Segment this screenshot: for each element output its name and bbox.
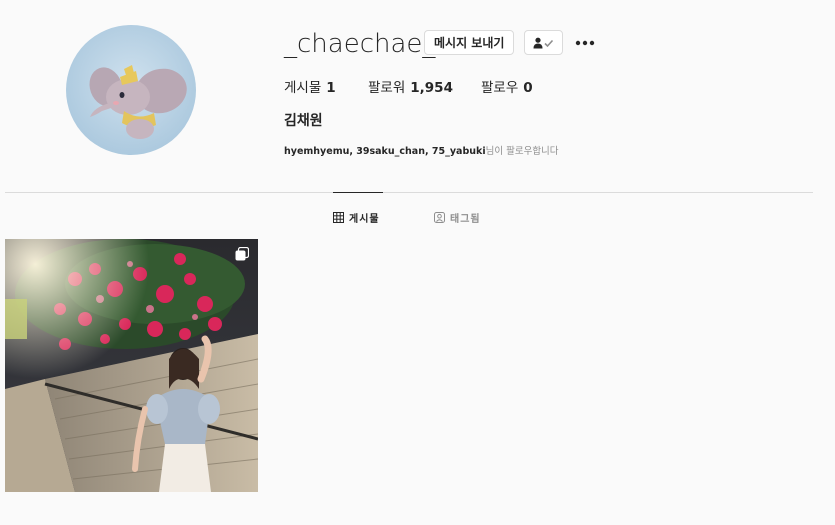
tag-person-icon [434, 212, 445, 223]
message-button[interactable]: 메시지 보내기 [424, 30, 515, 55]
active-tab-indicator [333, 192, 383, 193]
profile-avatar[interactable] [66, 25, 196, 155]
following-link[interactable]: 팔로우 0 [481, 76, 533, 96]
followed-by-suffix: 님이 팔로우합니다 [485, 146, 559, 157]
dumbo-elephant-avatar [66, 25, 196, 155]
followed-by-users[interactable]: hyemhyemu, 39saku_chan, 75_yabuki [284, 146, 486, 157]
tab-posts-label: 게시물 [349, 214, 380, 225]
followers-label: 팔로워 [368, 80, 406, 96]
followers-link[interactable]: 팔로워 1,954 [368, 76, 453, 96]
tab-posts[interactable]: 게시물 [333, 210, 380, 225]
more-dots-icon [575, 40, 595, 46]
tabs-divider [5, 192, 813, 193]
following-label: 팔로우 [481, 80, 519, 96]
person-check-icon [533, 37, 553, 48]
posts-count: 1 [326, 80, 336, 96]
followed-by-text: hyemhyemu, 39saku_chan, 75_yabuki님이 팔로우합… [284, 143, 559, 157]
post-image [5, 239, 258, 492]
followers-count: 1,954 [410, 80, 453, 96]
profile-full-name: 김채원 [284, 113, 323, 129]
following-count: 0 [523, 80, 533, 96]
grid-icon [333, 212, 344, 223]
posts-count-stat: 게시물 1 [284, 76, 336, 96]
post-thumbnail[interactable] [5, 239, 258, 492]
profile-page: _chaechae_1 메시지 보내기 게시물 1 팔로워 1,954 팔로우 … [0, 0, 835, 525]
following-status-button[interactable] [524, 30, 563, 55]
tab-tagged[interactable]: 태그됨 [434, 210, 481, 225]
more-options-button[interactable] [574, 33, 596, 53]
posts-label: 게시물 [284, 80, 322, 96]
tab-tagged-label: 태그됨 [450, 214, 481, 225]
multiple-images-icon [235, 247, 249, 261]
